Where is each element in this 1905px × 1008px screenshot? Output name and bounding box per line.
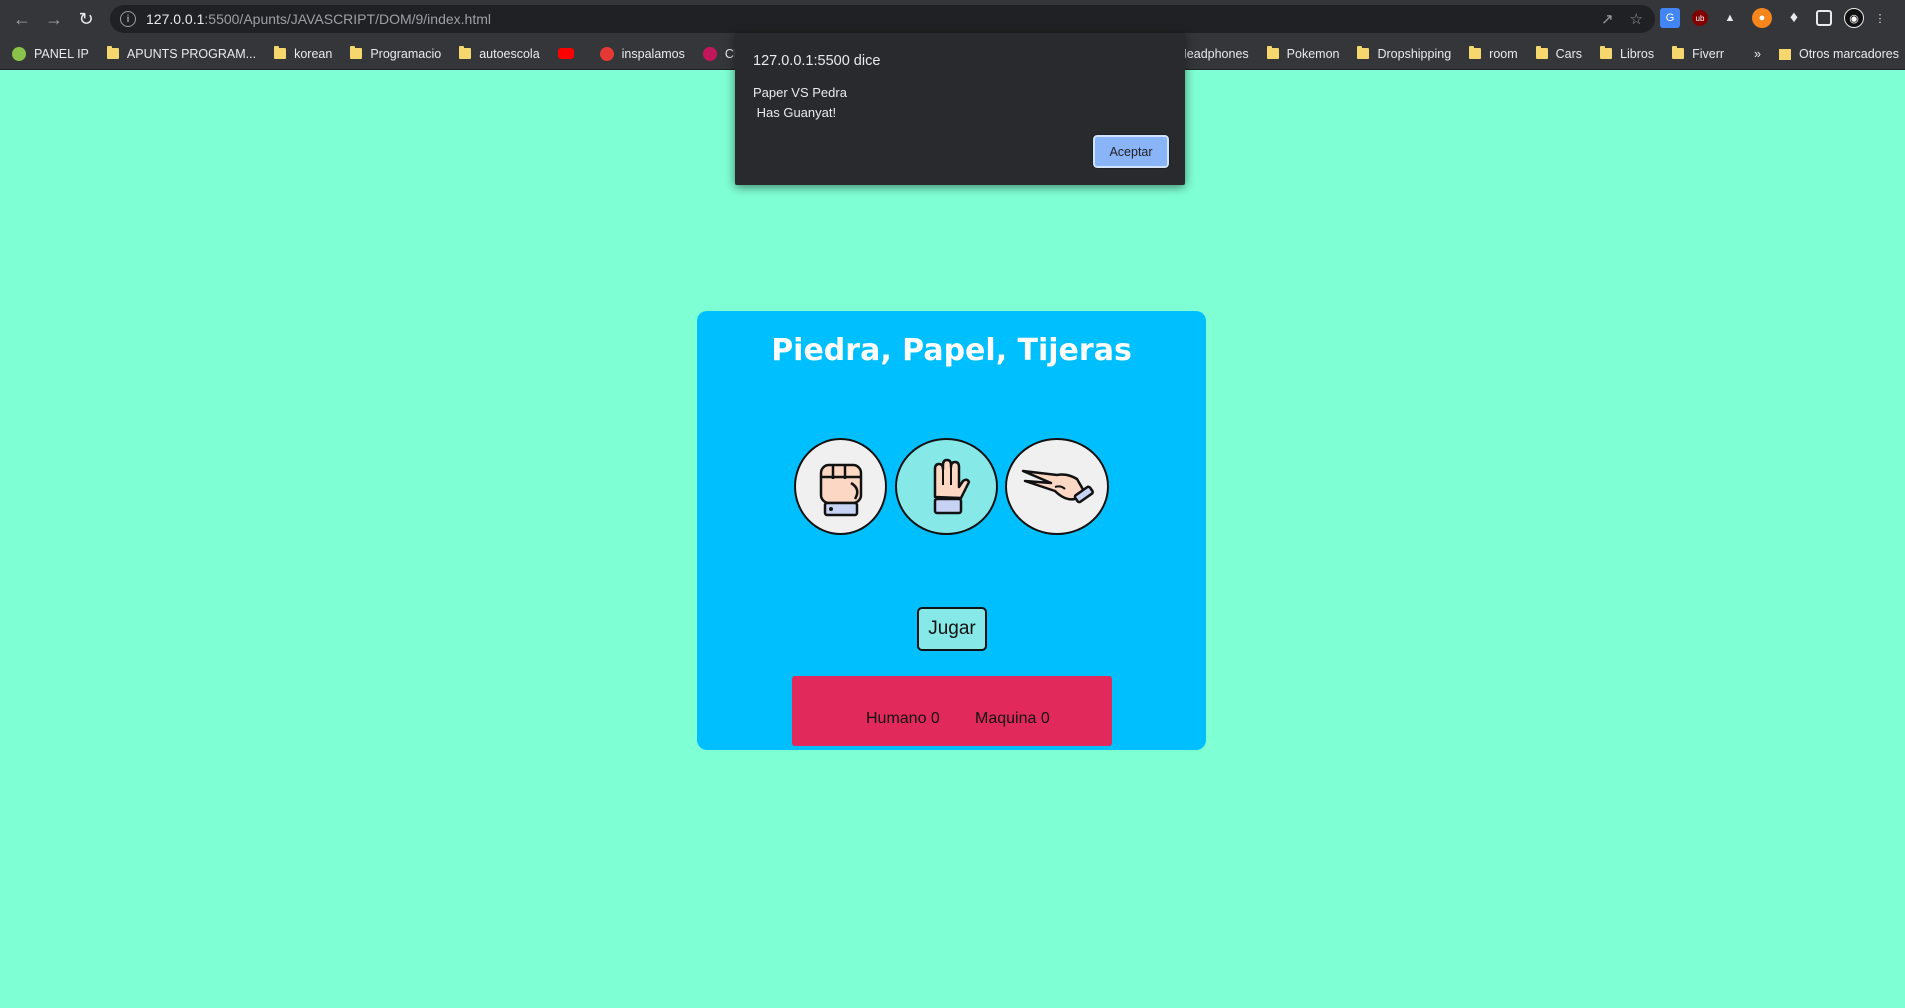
dialog-accept-button[interactable]: Aceptar bbox=[1092, 134, 1170, 169]
bookmark-korean[interactable]: korean bbox=[274, 46, 333, 61]
bookmark-label: Programacio bbox=[370, 46, 442, 61]
bookmark-headphones[interactable]: Headphones bbox=[1178, 47, 1249, 61]
bookmark-label: PANEL IP bbox=[34, 46, 89, 61]
game-card: Piedra, Papel, Tijeras Jugar Humano 0 Ma… bbox=[697, 311, 1206, 750]
url-host: 127.0.0.1 bbox=[146, 11, 205, 27]
bookmark-label: Fiverr bbox=[1692, 46, 1725, 61]
dialog-origin: 127.0.0.1:5500 dice bbox=[753, 53, 881, 69]
folder-icon bbox=[106, 46, 119, 59]
other-bookmarks[interactable]: Otros marcadores bbox=[1799, 47, 1899, 61]
back-arrow-icon[interactable]: ← bbox=[6, 3, 38, 35]
reload-icon[interactable]: ↻ bbox=[70, 3, 102, 35]
youtube-icon bbox=[557, 48, 574, 59]
folder-icon bbox=[459, 46, 472, 59]
side-panel-icon[interactable] bbox=[1816, 10, 1832, 26]
extensions-area: G ub ▲ ● ♦ ◉ ⋮ bbox=[1660, 8, 1886, 28]
forward-arrow-icon[interactable]: → bbox=[38, 3, 70, 35]
panel-ip-icon bbox=[12, 46, 26, 61]
choice-paper[interactable] bbox=[895, 438, 998, 535]
choice-scissors[interactable] bbox=[1005, 438, 1109, 535]
bookmark-label: Dropshipping bbox=[1377, 46, 1452, 61]
bookmark-label: Pokemon bbox=[1286, 46, 1340, 61]
machine-score: Maquina 0 bbox=[975, 710, 1050, 727]
bookmarks-overflow: » Otros marcadores bbox=[1754, 38, 1905, 69]
folder-icon bbox=[274, 46, 287, 59]
bookmark-room[interactable]: room bbox=[1469, 46, 1518, 61]
bookmark-label: room bbox=[1489, 46, 1518, 61]
bookmark-inspalamos[interactable]: inspalamos bbox=[599, 46, 685, 61]
bookmark-label: Headphones bbox=[1177, 46, 1249, 61]
bookmark-panel-ip[interactable]: PANEL IP bbox=[12, 46, 89, 61]
bookmark-label: Libros bbox=[1620, 46, 1655, 61]
bookmark-dropshipping[interactable]: Dropshipping bbox=[1357, 46, 1452, 61]
clicedu-icon bbox=[702, 46, 717, 61]
share-icon[interactable]: ↗ bbox=[1601, 10, 1614, 28]
inspalamos-icon bbox=[599, 46, 614, 61]
translate-extension-icon[interactable]: G bbox=[1660, 8, 1680, 28]
dialog-message: Paper VS Pedra Has Guanyat! bbox=[753, 85, 847, 120]
alert-dialog: 127.0.0.1:5500 dice Paper VS Pedra Has G… bbox=[735, 33, 1185, 185]
scoreboard: Humano 0 Maquina 0 bbox=[792, 676, 1112, 746]
folder-icon bbox=[1778, 48, 1791, 60]
folder-icon bbox=[1600, 46, 1613, 59]
bookmark-star-icon[interactable]: ☆ bbox=[1630, 10, 1643, 28]
bookmark-fiverr[interactable]: Fiverr bbox=[1672, 46, 1725, 61]
bookmark-label: korean bbox=[294, 46, 333, 61]
folder-icon bbox=[1469, 46, 1482, 59]
scissors-hand-icon bbox=[1021, 469, 1094, 503]
folder-icon bbox=[1672, 46, 1685, 59]
bookmark-youtube[interactable] bbox=[557, 48, 582, 59]
metamask-extension-icon[interactable]: ● bbox=[1752, 8, 1772, 28]
paper-hand-icon bbox=[933, 458, 970, 514]
folder-icon bbox=[1266, 46, 1279, 59]
folder-icon bbox=[350, 46, 363, 59]
bookmark-cars[interactable]: Cars bbox=[1535, 46, 1583, 61]
folder-icon bbox=[1357, 46, 1370, 59]
mouse-extension-icon[interactable]: ▲ bbox=[1720, 8, 1740, 28]
play-button[interactable]: Jugar bbox=[917, 607, 987, 651]
folder-icon bbox=[1535, 46, 1548, 59]
page-title: Piedra, Papel, Tijeras bbox=[771, 333, 1132, 368]
choice-rock[interactable] bbox=[794, 438, 887, 535]
menu-kebab-icon[interactable]: ⋮ bbox=[1875, 8, 1886, 28]
bookmark-autoescola[interactable]: autoescola bbox=[459, 46, 540, 61]
bookmark-label: autoescola bbox=[479, 46, 540, 61]
rock-fist-icon bbox=[819, 463, 862, 516]
site-info-icon[interactable]: i bbox=[120, 11, 136, 27]
bookmark-label: Cars bbox=[1555, 46, 1583, 61]
profile-avatar-icon[interactable]: ◉ bbox=[1844, 8, 1864, 28]
bookmark-label: APUNTS PROGRAM... bbox=[126, 46, 257, 61]
puzzle-extensions-icon[interactable]: ♦ bbox=[1784, 8, 1804, 28]
bookmark-libros[interactable]: Libros bbox=[1600, 46, 1655, 61]
address-bar[interactable]: i 127.0.0.1:5500/Apunts/JAVASCRIPT/DOM/9… bbox=[110, 5, 1655, 33]
human-score: Humano 0 bbox=[866, 710, 940, 727]
bookmark-programacio[interactable]: Programacio bbox=[350, 46, 442, 61]
bookmark-label: inspalamos bbox=[621, 46, 685, 61]
bookmark-pokemon[interactable]: Pokemon bbox=[1266, 46, 1340, 61]
more-bookmarks-button[interactable]: » bbox=[1754, 47, 1761, 61]
url-path: :5500/Apunts/JAVASCRIPT/DOM/9/index.html bbox=[204, 11, 491, 27]
bookmark-apunts-program[interactable]: APUNTS PROGRAM... bbox=[106, 46, 257, 61]
ublock-extension-icon[interactable]: ub bbox=[1692, 10, 1708, 26]
